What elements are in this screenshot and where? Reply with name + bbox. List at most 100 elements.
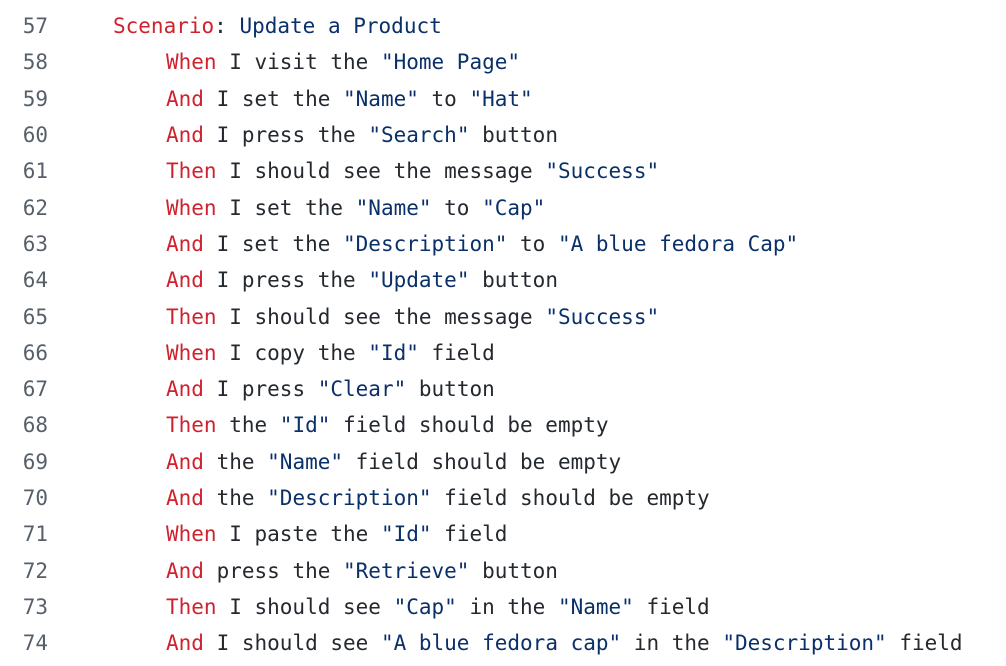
code-line: 63 And I set the "Description" to "A blue… [0,226,1006,262]
line-content: And I press the "Search" button [48,123,1006,147]
line-content: Then the "Id" field should be empty [48,413,1006,437]
string-literal: "Clear" [317,377,407,402]
string-literal: "Name" [557,594,634,619]
string-literal: "Hat" [469,86,533,111]
line-number[interactable]: 63 [0,232,48,256]
line-number[interactable]: 62 [0,196,48,220]
line-content: When I paste the "Id" field [48,522,1006,546]
line-number[interactable]: 66 [0,341,48,365]
line-number[interactable]: 59 [0,87,48,111]
step-text: in the [456,594,558,619]
code-view: 57 Scenario: Update a Product 58 When I vis… [0,0,1006,666]
line-number[interactable]: 64 [0,268,48,292]
gherkin-keyword: When [166,522,217,547]
step-text: I paste the [216,522,381,547]
code-line: 61 Then I should see the message "Success… [0,153,1006,189]
step-text: field [886,631,963,656]
line-content: And I should see "A blue fedora cap" in … [48,631,1006,655]
step-text: I press the [203,123,369,148]
step-text: to [431,195,483,220]
code-line: 62 When I set the "Name" to "Cap" [0,189,1006,225]
string-literal: "Id" [279,413,331,438]
line-number[interactable]: 57 [0,14,48,38]
step-text: button [469,268,558,293]
string-literal: "Success" [545,304,660,329]
line-number[interactable]: 68 [0,413,48,437]
line-content: Scenario: Update a Product [48,14,1006,38]
step-text: press the [203,558,344,583]
string-literal: "A blue fedora Cap" [557,231,799,256]
gherkin-keyword: And [166,558,204,583]
step-text: I visit the [216,50,381,75]
gherkin-keyword: And [166,486,204,510]
string-literal: "Success" [545,159,660,184]
code-line: 64 And I press the "Update" button [0,262,1006,298]
step-text: I press [203,377,318,402]
step-text: the [203,486,268,510]
code-line: 70 And the "Description" field should be … [0,480,1006,516]
line-content: And the "Name" field should be empty [48,450,1006,474]
code-line: 66 When I copy the "Id" field [0,335,1006,371]
code-line: 74 And I should see "A blue fedora cap" i… [0,625,1006,661]
code-line: 68 Then the "Id" field should be empty [0,407,1006,443]
gherkin-keyword: When [166,195,217,220]
code-line: 72 And press the "Retrieve" button [0,552,1006,588]
gherkin-keyword: Then [166,304,217,329]
line-number[interactable]: 65 [0,305,48,329]
string-literal: Update a Product [239,14,442,39]
line-number[interactable]: 73 [0,595,48,619]
string-literal: "Home Page" [380,50,521,75]
line-number[interactable]: 67 [0,377,48,401]
line-number[interactable]: 69 [0,450,48,474]
step-text: field should be empty [330,413,609,438]
step-text: button [406,377,495,402]
gherkin-keyword: When [166,50,217,75]
string-literal: "Update" [368,268,470,293]
step-text: : [214,14,240,39]
gherkin-keyword: And [166,268,204,293]
step-text: button [469,558,558,583]
line-content: When I set the "Name" to "Cap" [48,196,1006,220]
gherkin-keyword: And [166,377,204,402]
line-content: And I press "Clear" button [48,377,1006,401]
line-number[interactable]: 60 [0,123,48,147]
step-text: I should see the message [216,159,546,184]
line-number[interactable]: 74 [0,631,48,655]
step-text: to [507,231,558,256]
code-line: 71 When I paste the "Id" field [0,516,1006,552]
string-literal: "Id" [368,340,419,365]
line-content: And I press the "Update" button [48,268,1006,292]
gherkin-keyword: Scenario [113,14,215,39]
gherkin-keyword: Then [166,594,217,619]
string-literal: "Description" [267,486,432,510]
line-number[interactable]: 71 [0,522,48,546]
line-number[interactable]: 58 [0,50,48,74]
string-literal: "Description" [722,631,887,656]
step-text: I set the [203,231,344,256]
gherkin-keyword: Then [166,159,217,184]
step-text: field [418,340,495,365]
line-content: And the "Description" field should be em… [48,486,1006,510]
step-text: I press the [203,268,369,293]
gherkin-keyword: Then [166,413,217,438]
line-number[interactable]: 70 [0,486,48,510]
code-line: 73 Then I should see "Cap" in the "Name" … [0,589,1006,625]
step-text: I should see the message [216,304,546,329]
step-text: field [431,522,508,547]
step-text: field should be empty [431,486,710,510]
string-literal: "Description" [343,231,508,256]
string-literal: "Name" [267,449,344,474]
code-line: 57 Scenario: Update a Product [0,8,1006,44]
line-content: And I set the "Name" to "Hat" [48,87,1006,111]
gherkin-keyword: And [166,449,204,474]
step-text: I set the [203,86,344,111]
line-number[interactable]: 61 [0,159,48,183]
code-line: 69 And the "Name" field should be empty [0,444,1006,480]
step-text: to [418,86,470,111]
line-content: And press the "Retrieve" button [48,559,1006,583]
string-literal: "Name" [355,195,432,220]
step-text: field should be empty [343,449,622,474]
line-number[interactable]: 72 [0,559,48,583]
line-content: And I set the "Description" to "A blue f… [48,232,1006,256]
step-text: I copy the [216,340,369,365]
